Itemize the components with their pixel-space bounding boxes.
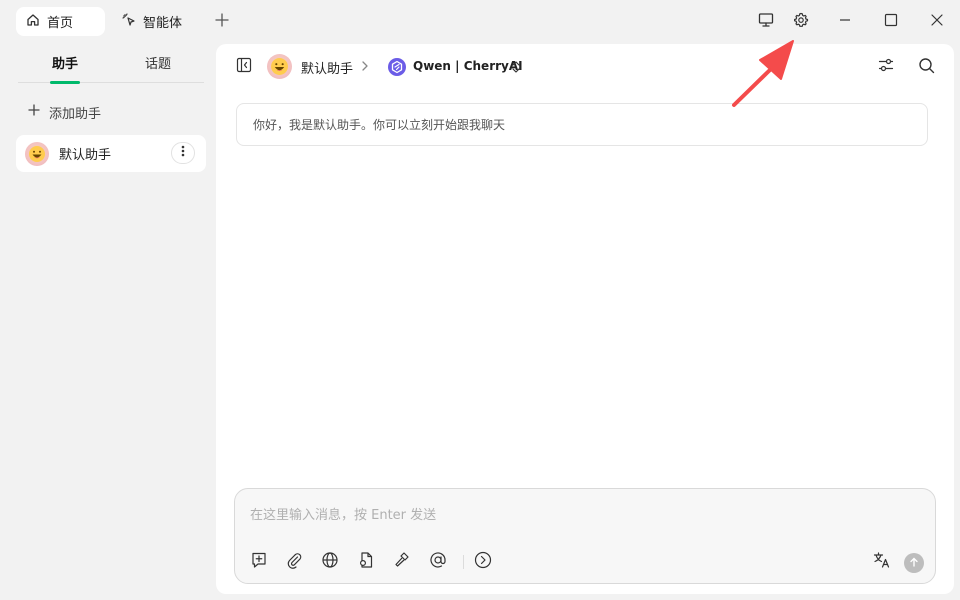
chat-header: 默认助手 Qwen | CherryAI [216,44,954,90]
message-input-box [234,488,936,584]
greeting-message: 你好，我是默认助手。你可以立刻开始跟我聊天 [236,103,928,146]
plus-icon [215,13,229,31]
knowledge-base-button[interactable] [356,552,376,572]
monitor-icon [758,12,774,32]
close-button[interactable] [927,12,947,32]
chevron-up-down-icon[interactable] [511,60,521,78]
attachment-icon [285,551,303,573]
tab-agents[interactable]: 智能体 [112,7,198,36]
new-tab-button[interactable] [212,12,232,32]
toggle-sidebar-button[interactable] [234,57,254,77]
message-input[interactable] [250,505,850,525]
minimize-button[interactable] [835,12,855,32]
add-assistant-label: 添加助手 [49,106,102,122]
home-icon [26,13,40,31]
web-search-icon [321,551,339,573]
close-icon [930,13,944,31]
translate-button[interactable] [872,552,892,572]
tab-assistants[interactable]: 助手 [52,53,78,72]
sidebar-tabs: 助手 话题 [18,44,204,84]
attachment-button[interactable] [284,552,304,572]
toolbar-divider [463,555,464,569]
new-topic-icon [250,551,268,573]
tab-home[interactable]: 首页 [16,7,105,36]
maximize-icon [884,13,898,31]
header-assistant-name[interactable]: 默认助手 [301,58,353,77]
mcp-tools-button[interactable] [392,552,412,572]
more-vertical-icon [181,145,185,161]
gear-icon [793,12,809,32]
hammer-icon [393,551,411,573]
mention-model-button[interactable] [428,552,448,572]
search-icon [918,57,935,78]
active-tab-indicator [50,81,80,84]
knowledge-base-icon [357,551,375,573]
arrow-up-icon [909,556,919,571]
chat-settings-button[interactable] [876,57,896,77]
mini-window-button[interactable] [756,12,776,32]
sidebar-collapse-icon [236,57,252,77]
avatar [25,141,49,166]
send-button[interactable] [904,553,924,573]
expand-tools-button[interactable] [473,551,493,573]
assistant-name: 默认助手 [59,148,112,163]
minimize-icon [838,13,852,31]
qwen-logo-icon [387,58,407,81]
new-topic-button[interactable] [249,552,269,572]
avatar[interactable] [267,54,292,79]
model-name[interactable]: Qwen | CherryAI [413,59,523,73]
settings-button[interactable] [791,12,811,32]
assistant-item[interactable]: 默认助手 [16,135,206,172]
search-button[interactable] [916,57,936,77]
title-bar: 首页 智能体 [0,0,960,44]
assistants-sidebar: 助手 话题 添加助手 默认助手 [0,44,216,600]
add-assistant-button[interactable]: 添加助手 [28,102,101,122]
maximize-button[interactable] [881,12,901,32]
tab-agents-label: 智能体 [143,16,183,31]
sparkle-cursor-icon [122,12,136,31]
plus-icon [28,104,40,120]
at-sign-icon [429,551,447,573]
grinning-face-emoji-icon [29,145,45,162]
translate-icon [873,551,891,573]
chat-panel: 默认助手 Qwen | CherryAI 你好，我是默认助手。你可以立刻开始跟我… [216,44,954,594]
greeting-text: 你好，我是默认助手。你可以立刻开始跟我聊天 [253,118,506,132]
chevron-right-circle-icon [474,551,492,573]
model-selector[interactable] [387,57,407,77]
assistant-more-button[interactable] [171,142,195,164]
grinning-face-emoji-icon [271,58,288,75]
chevron-right-icon [360,59,370,77]
tab-home-label: 首页 [47,16,74,31]
web-search-button[interactable] [320,552,340,572]
sliders-icon [878,57,894,77]
tab-topics[interactable]: 话题 [145,53,171,72]
